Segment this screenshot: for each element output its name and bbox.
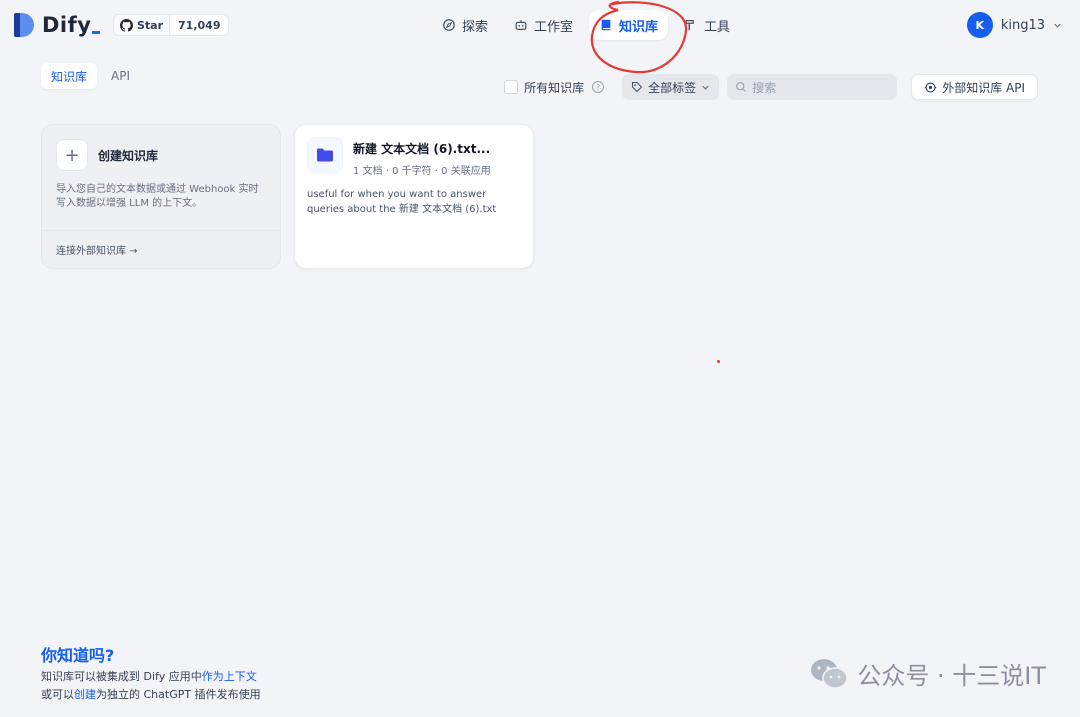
github-star-label: Star	[137, 18, 164, 32]
plus-icon: +	[56, 139, 88, 171]
all-datasets-checkbox[interactable]	[504, 80, 519, 94]
dify-logo-mark	[14, 13, 36, 37]
chevron-down-icon	[702, 85, 709, 90]
red-dot-mark	[717, 360, 720, 363]
wechat-watermark: 公众号 · 十三说IT	[809, 656, 1046, 691]
tab-api[interactable]: API	[101, 63, 140, 89]
logo-text: Dify	[42, 13, 92, 37]
tip-line-2: 或可以创建为独立的 ChatGPT 插件发布使用	[41, 688, 261, 702]
all-datasets-toggle[interactable]: 所有知识库 ?	[504, 79, 605, 96]
nav-knowledge[interactable]: 知识库	[589, 10, 669, 40]
top-header: Dify Star 71,049 探索 工作室 知识库 工具 K king13	[0, 0, 1080, 50]
nav-tools[interactable]: 工具	[674, 10, 740, 40]
user-menu[interactable]: K king13	[966, 12, 1062, 38]
dify-logo[interactable]: Dify	[14, 13, 101, 37]
search-input[interactable]: 搜索	[727, 74, 898, 100]
filter-bar: 所有知识库 ? 全部标签 搜索 外部知识库 API	[504, 74, 1038, 100]
tab-knowledge[interactable]: 知识库	[41, 63, 98, 89]
search-icon	[736, 82, 747, 92]
dataset-card[interactable]: 新建 文本文档 (6).txt... 1 文档 · 0 千字符 · 0 关联应用…	[294, 124, 534, 269]
external-knowledge-api-label: 外部知识库 API	[942, 80, 1025, 95]
tip-title: 你知道吗?	[41, 646, 115, 665]
tip-line-2-prefix: 或可以	[41, 688, 74, 701]
connect-external-knowledge-label: 连接外部知识库 →	[56, 246, 138, 257]
as-context-link[interactable]: 作为上下文	[202, 670, 257, 683]
create-knowledge-description: 导入您自己的文本数据或通过 Webhook 实时写入数据以增强 LLM 的上下文…	[56, 184, 259, 209]
hammer-icon	[685, 20, 694, 31]
create-knowledge-card[interactable]: + 创建知识库 导入您自己的文本数据或通过 Webhook 实时写入数据以增强 …	[41, 124, 281, 269]
knowledge-tabs: 知识库 API	[41, 63, 140, 89]
tip-line-2-suffix: 为独立的 ChatGPT 插件发布使用	[96, 688, 261, 701]
all-datasets-label: 所有知识库	[524, 80, 585, 95]
user-name: king13	[1000, 17, 1045, 33]
explore-icon	[443, 19, 455, 31]
main-nav: 探索 工作室 知识库 工具	[432, 10, 740, 40]
nav-tools-label: 工具	[704, 19, 731, 35]
api-connection-icon	[925, 81, 937, 93]
did-you-know-tip: 你知道吗? 知识库可以被集成到 Dify 应用中作为上下文 或可以创建为独立的 …	[41, 642, 261, 702]
wechat-icon	[811, 658, 849, 689]
tag-icon	[632, 81, 643, 93]
tip-line-1: 知识库可以被集成到 Dify 应用中作为上下文	[41, 670, 261, 684]
connect-external-knowledge-link[interactable]: 连接外部知识库 →	[42, 230, 280, 268]
search-placeholder: 搜索	[752, 80, 777, 95]
external-knowledge-api-button[interactable]: 外部知识库 API	[911, 74, 1038, 100]
watermark-text: 公众号 · 十三说IT	[857, 662, 1046, 690]
create-knowledge-title: 创建知识库	[98, 148, 159, 163]
dataset-description: useful for when you want to answer queri…	[307, 189, 497, 215]
nav-explore[interactable]: 探索	[432, 10, 498, 40]
nav-explore-label: 探索	[462, 19, 489, 35]
nav-knowledge-label: 知识库	[619, 19, 659, 35]
robot-icon	[515, 20, 527, 30]
help-icon[interactable]: ?	[592, 81, 605, 93]
github-icon	[120, 18, 133, 32]
book-icon	[601, 19, 611, 31]
github-star-badge[interactable]: Star 71,049	[113, 14, 230, 36]
chevron-down-icon	[1054, 23, 1061, 28]
nav-studio[interactable]: 工作室	[504, 10, 583, 40]
create-plugin-link[interactable]: 创建	[74, 688, 96, 701]
avatar: K	[966, 12, 993, 38]
tag-filter-label: 全部标签	[648, 80, 697, 95]
dataset-title: 新建 文本文档 (6).txt...	[353, 142, 491, 156]
dataset-meta: 1 文档 · 0 千字符 · 0 关联应用	[353, 166, 491, 177]
tip-line-1-text: 知识库可以被集成到 Dify 应用中	[41, 670, 202, 683]
tag-filter-select[interactable]: 全部标签	[622, 74, 720, 100]
github-star-count: 71,049	[178, 18, 221, 32]
folder-icon	[307, 137, 343, 173]
nav-studio-label: 工作室	[534, 19, 574, 35]
